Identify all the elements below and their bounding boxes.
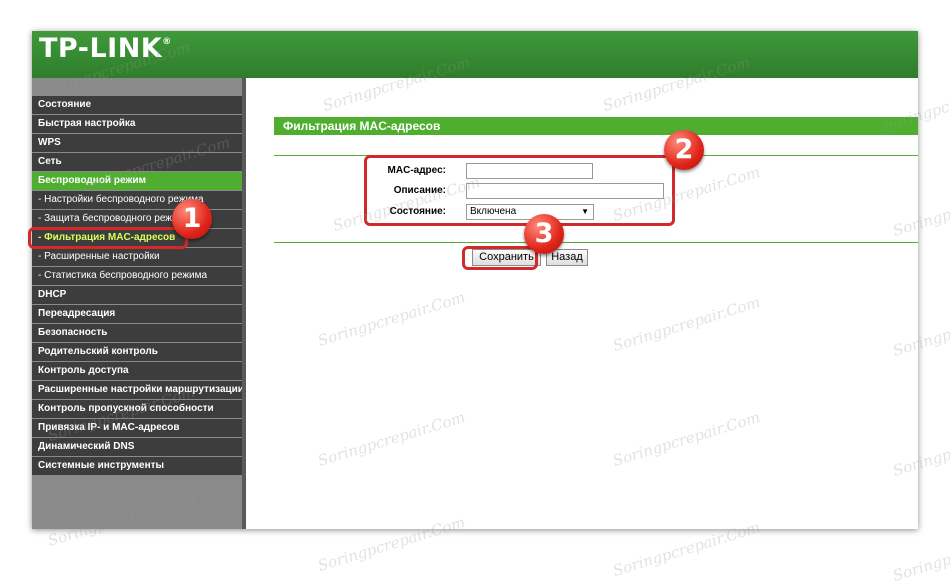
sidebar-item[interactable]: Контроль пропускной способности (32, 400, 242, 418)
sidebar-item[interactable]: Сеть (32, 153, 242, 171)
sidebar-item[interactable]: Беспроводной режим (32, 172, 242, 190)
sidebar-item[interactable]: Переадресация (32, 305, 242, 323)
callout-box-1 (28, 227, 188, 249)
bottom-divider (274, 242, 918, 243)
sidebar-item[interactable]: Безопасность (32, 324, 242, 342)
page-title: Фильтрация MAC-адресов (274, 117, 918, 135)
sidebar-item[interactable]: Системные инструменты (32, 457, 242, 475)
sidebar-item[interactable]: - Настройки беспроводного режима (32, 191, 242, 209)
callout-box-3 (462, 246, 538, 270)
tp-link-logo: TP-LINK® (39, 33, 172, 64)
sidebar-menu: Состояние Быстрая настройка WPS Сеть Беспров… (32, 96, 242, 476)
header-bar: TP-LINK® (32, 31, 918, 78)
router-window: TP-LINK® Состояние Быстрая настройка WPS Се… (32, 31, 918, 529)
sidebar-item[interactable]: Динамический DNS (32, 438, 242, 456)
watermark-text: Soringpcrepair.Com (890, 523, 950, 585)
sidebar-item[interactable]: Состояние (32, 96, 242, 114)
sidebar: Состояние Быстрая настройка WPS Сеть Беспров… (32, 78, 242, 529)
callout-number-2: 2 (664, 130, 704, 170)
sidebar-item[interactable]: Контроль доступа (32, 362, 242, 380)
sidebar-item[interactable]: Привязка IP- и MAC-адресов (32, 419, 242, 437)
sidebar-item[interactable]: Родительский контроль (32, 343, 242, 361)
sidebar-item[interactable]: Быстрая настройка (32, 115, 242, 133)
sidebar-item[interactable]: - Статистика беспроводного режима (32, 267, 242, 285)
sidebar-item[interactable]: WPS (32, 134, 242, 152)
callout-number-1: 1 (172, 199, 212, 239)
callout-number-3: 3 (524, 214, 564, 254)
sidebar-item[interactable]: Расширенные настройки маршрутизации (32, 381, 242, 399)
sidebar-item[interactable]: DHCP (32, 286, 242, 304)
sidebar-item[interactable]: - Расширенные настройки (32, 248, 242, 266)
callout-box-2 (364, 155, 675, 226)
main-content: Фильтрация MAC-адресов MAC-адрес: Описан… (242, 78, 918, 529)
